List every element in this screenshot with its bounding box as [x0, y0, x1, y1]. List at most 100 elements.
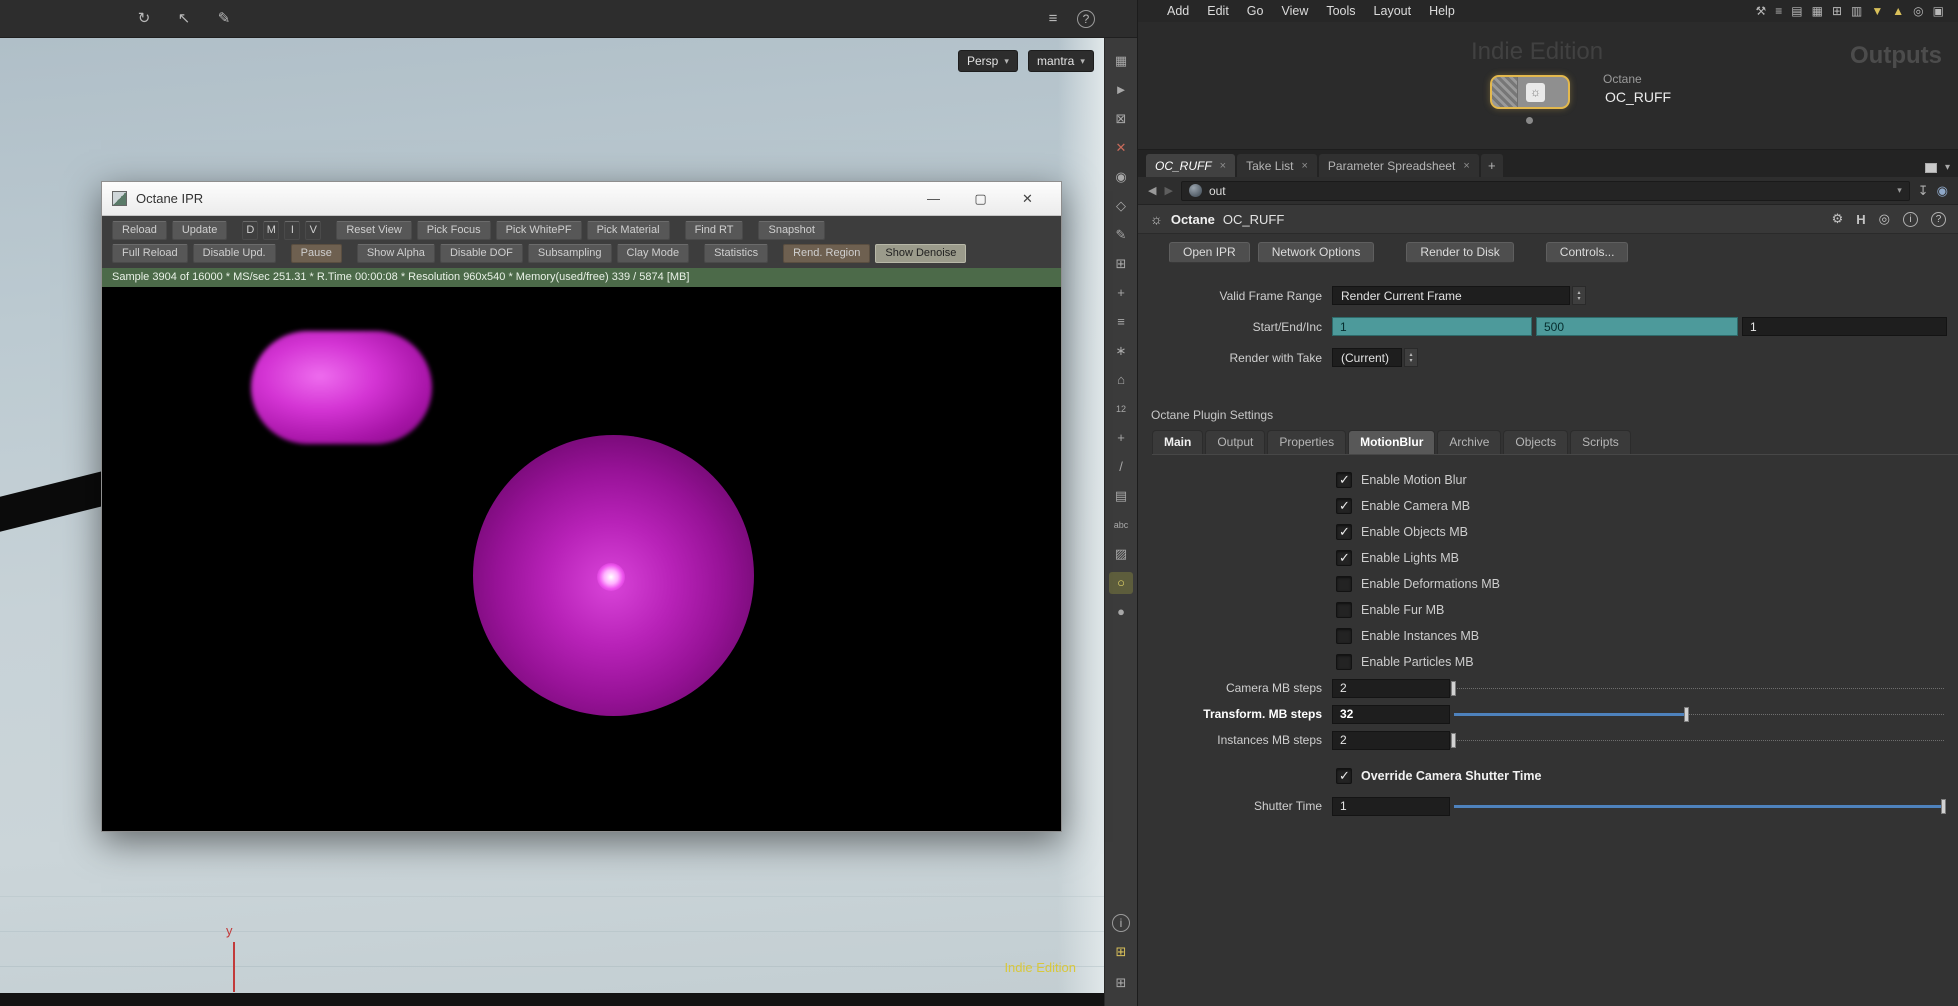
reload-button[interactable]: Reload	[112, 221, 167, 240]
cells-yellow-icon[interactable]: ⊞	[1109, 941, 1133, 963]
toggle-d-button[interactable]: D	[242, 221, 259, 240]
camera-mb-steps-slider[interactable]	[1451, 679, 1944, 698]
enable-particles-mb-checkbox[interactable]	[1336, 654, 1352, 670]
menu-edit[interactable]: Edit	[1198, 0, 1238, 22]
open-ipr-button[interactable]: Open IPR	[1169, 242, 1250, 263]
camera-mb-steps-field[interactable]: 2	[1332, 678, 1450, 698]
light-bulb-icon[interactable]: ○	[1109, 572, 1133, 594]
tab-oc-ruff[interactable]: OC_RUFF ×	[1146, 154, 1236, 177]
cells-gray-icon[interactable]: ⊞	[1109, 972, 1133, 994]
select-arrow-icon[interactable]: ►	[1109, 79, 1133, 101]
gear-icon[interactable]: ⚙	[1832, 211, 1844, 227]
steps-icon[interactable]: 12	[1109, 398, 1133, 420]
maximize-button[interactable]: ▢	[957, 191, 1004, 207]
houdini-logo-icon[interactable]: H	[1856, 212, 1865, 227]
close-button[interactable]: ✕	[1004, 191, 1051, 207]
select-tool-icon[interactable]: ↖	[172, 7, 196, 31]
pick-whitepf-button[interactable]: Pick WhitePF	[495, 221, 582, 240]
snapshot-button[interactable]: Snapshot	[758, 221, 825, 240]
mirror-icon[interactable]: ◇	[1109, 195, 1133, 217]
render-region-button[interactable]: Rend. Region	[783, 244, 871, 263]
pick-material-button[interactable]: Pick Material	[586, 221, 670, 240]
forward-arrow-icon[interactable]: ▶	[1164, 184, 1172, 197]
view-persp-menu[interactable]: Persp ▾	[958, 50, 1018, 72]
orbit-tool-icon[interactable]: ↻	[132, 7, 156, 31]
instances-mb-steps-slider[interactable]	[1451, 731, 1944, 750]
help-icon[interactable]: ?	[1931, 211, 1946, 227]
chevron-down-icon[interactable]: ▾	[1945, 162, 1950, 173]
slider-handle[interactable]	[1941, 798, 1946, 814]
toggle-v-button[interactable]: V	[305, 221, 322, 240]
text-icon[interactable]: abc	[1109, 514, 1133, 536]
tree-view-icon[interactable]: ≡	[1041, 7, 1065, 31]
node-output-connector[interactable]	[1526, 117, 1533, 124]
list-icon[interactable]: ≡	[1109, 311, 1133, 333]
reset-view-button[interactable]: Reset View	[336, 221, 412, 240]
tab-motionblur[interactable]: MotionBlur	[1348, 430, 1436, 454]
network-editor[interactable]: Indie Edition Outputs ☼ Octane OC_RUFF	[1138, 22, 1958, 150]
end-field[interactable]: 500	[1536, 317, 1738, 336]
enable-fur-mb-checkbox[interactable]	[1336, 602, 1352, 618]
subsampling-button[interactable]: Subsampling	[527, 244, 612, 263]
menu-view[interactable]: View	[1272, 0, 1317, 22]
dot-icon[interactable]: ●	[1109, 601, 1133, 623]
rows-icon[interactable]: ▤	[1791, 4, 1802, 18]
render-to-disk-button[interactable]: Render to Disk	[1406, 242, 1514, 263]
tab-take-list[interactable]: Take List ×	[1237, 154, 1317, 177]
enable-motion-blur-checkbox[interactable]	[1336, 472, 1352, 488]
enable-objects-mb-checkbox[interactable]	[1336, 524, 1352, 540]
lasso-tool-icon[interactable]: ✎	[212, 7, 236, 31]
renderer-menu[interactable]: mantra ▾	[1028, 50, 1094, 72]
pin-icon[interactable]: ↧	[1918, 183, 1929, 199]
close-icon[interactable]: ×	[1301, 160, 1307, 172]
octane-node[interactable]: ☼	[1490, 75, 1570, 109]
view-layout-icon[interactable]: ▦	[1109, 50, 1133, 72]
help-icon[interactable]: ?	[1077, 9, 1095, 28]
grid-icon[interactable]: ⊞	[1109, 253, 1133, 275]
new-tab-button[interactable]: +	[1480, 154, 1503, 177]
tab-properties[interactable]: Properties	[1267, 430, 1347, 454]
shutter-time-field[interactable]: 1	[1332, 796, 1450, 816]
enable-camera-mb-checkbox[interactable]	[1336, 498, 1352, 514]
home-icon[interactable]: ⌂	[1109, 369, 1133, 391]
slider-handle[interactable]	[1683, 706, 1689, 722]
save-icon[interactable]: ▼	[1871, 4, 1883, 18]
table-icon[interactable]: ⊞	[1832, 4, 1842, 18]
node-name-label[interactable]: OC_RUFF	[1605, 89, 1671, 105]
path-field[interactable]: out ▾	[1180, 180, 1910, 201]
list-icon[interactable]: ≡	[1775, 4, 1782, 18]
tab-main[interactable]: Main	[1152, 430, 1204, 454]
valid-frame-range-select[interactable]: Render Current Frame	[1332, 286, 1570, 305]
transform-icon[interactable]: +	[1109, 282, 1133, 304]
disable-update-button[interactable]: Disable Upd.	[192, 244, 276, 263]
knife-icon[interactable]: /	[1109, 456, 1133, 478]
enable-deformations-mb-checkbox[interactable]	[1336, 576, 1352, 592]
ipr-title-bar[interactable]: Octane IPR — ▢ ✕	[102, 182, 1061, 216]
back-arrow-icon[interactable]: ◀	[1148, 184, 1156, 197]
minimize-button[interactable]: —	[910, 191, 957, 207]
node-header-name[interactable]: OC_RUFF	[1223, 212, 1284, 227]
columns-icon[interactable]: ▥	[1851, 4, 1862, 18]
render-canvas[interactable]	[102, 287, 1061, 831]
disable-dof-button[interactable]: Disable DOF	[439, 244, 523, 263]
toggle-i-button[interactable]: I	[284, 221, 301, 240]
menu-layout[interactable]: Layout	[1365, 0, 1421, 22]
lock-icon[interactable]: ⊠	[1109, 108, 1133, 130]
recook-icon[interactable]: ◉	[1937, 183, 1948, 199]
instances-mb-steps-field[interactable]: 2	[1332, 730, 1450, 750]
magnet-icon[interactable]: ◉	[1109, 166, 1133, 188]
enable-instances-mb-checkbox[interactable]	[1336, 628, 1352, 644]
slider-handle[interactable]	[1451, 680, 1456, 696]
octane-ipr-window[interactable]: Octane IPR — ▢ ✕ Reload Update D M I V R…	[101, 181, 1062, 832]
info-icon[interactable]: i	[1112, 914, 1130, 932]
network-options-button[interactable]: Network Options	[1257, 242, 1375, 263]
start-field[interactable]: 1	[1332, 317, 1532, 336]
tab-output[interactable]: Output	[1205, 430, 1266, 454]
menu-help[interactable]: Help	[1420, 0, 1464, 22]
update-button[interactable]: Update	[171, 221, 228, 240]
pane-maximize-icon[interactable]	[1924, 162, 1937, 173]
tools-icon[interactable]: ⚒	[1756, 4, 1767, 18]
export-icon[interactable]: ▲	[1892, 4, 1904, 18]
draw-icon[interactable]: ✎	[1109, 224, 1133, 246]
pause-button[interactable]: Pause	[290, 244, 342, 263]
